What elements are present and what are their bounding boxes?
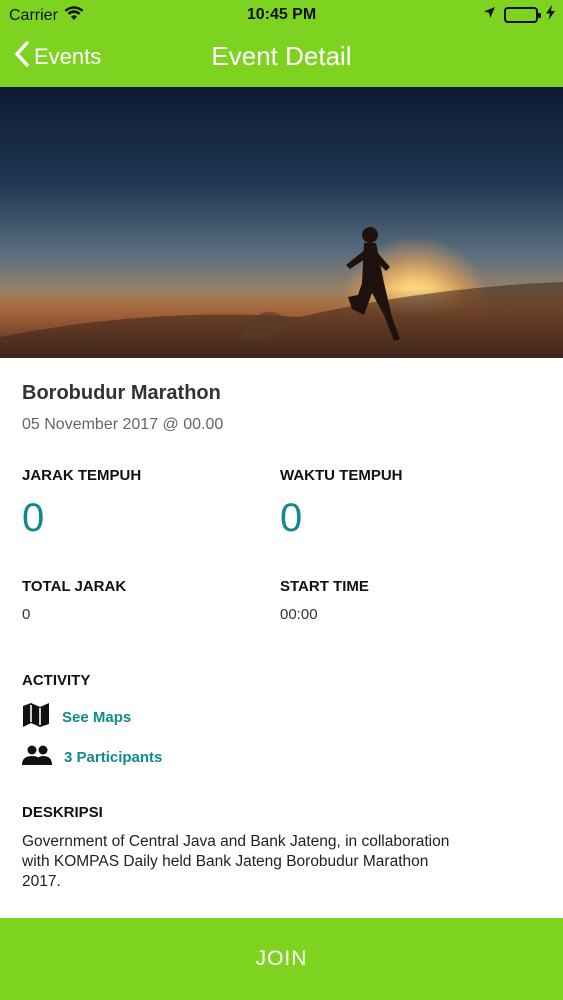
waktu-tempuh-value: 0 <box>280 496 303 540</box>
jarak-tempuh-label: JARAK TEMPUH <box>22 467 142 484</box>
navigation-bar: Events Event Detail <box>0 30 563 87</box>
see-maps-label: See Maps <box>62 709 132 726</box>
total-jarak-label: TOTAL JARAK <box>22 578 127 595</box>
runner-silhouette <box>0 227 563 358</box>
status-time: 10:45 PM <box>246 6 317 23</box>
participants-label: 3 Participants <box>64 749 163 766</box>
participants-link[interactable]: 3 Participants <box>22 744 162 771</box>
description-label: DESKRIPSI <box>22 804 103 821</box>
see-maps-link[interactable]: See Maps <box>22 702 131 733</box>
event-hero-image <box>0 87 563 358</box>
description-text: Government of Central Java and Bank Jate… <box>22 833 450 890</box>
status-right-group <box>483 5 555 25</box>
map-icon <box>22 702 50 733</box>
total-jarak-value: 0 <box>22 606 31 623</box>
header-bar: Carrier 10:45 PM Events Event Detail <box>0 0 563 87</box>
event-title: Borobudur Marathon <box>22 382 221 404</box>
people-icon <box>22 744 52 771</box>
start-time-value: 00:00 <box>280 606 318 623</box>
battery-icon <box>504 7 541 23</box>
activity-label: ACTIVITY <box>22 672 91 689</box>
status-bar: Carrier 10:45 PM <box>0 0 563 30</box>
start-time-label: START TIME <box>280 578 369 595</box>
join-button[interactable]: JOIN <box>0 918 563 1000</box>
location-arrow-icon <box>483 6 496 24</box>
event-date: 05 November 2017 @ 00.00 <box>22 416 224 433</box>
waktu-tempuh-label: WAKTU TEMPUH <box>280 467 403 484</box>
page-title: Event Detail <box>211 41 352 71</box>
jarak-tempuh-value: 0 <box>22 496 45 540</box>
charging-bolt-icon <box>546 5 555 25</box>
